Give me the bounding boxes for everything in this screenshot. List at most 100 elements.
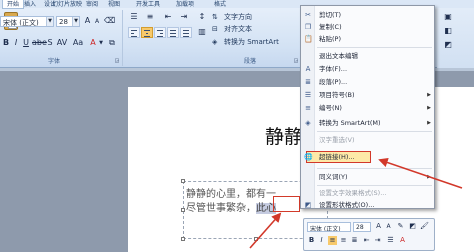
mini-justify-button[interactable]: ≣ xyxy=(350,236,359,245)
change-case-button[interactable]: Aa xyxy=(72,38,84,49)
paragraph-group-label: 段落 xyxy=(244,58,257,65)
shape-fill-icon[interactable]: ◩ xyxy=(443,40,453,51)
menu-item-label: 超链接(H)... xyxy=(319,153,355,161)
tab-developer[interactable]: 开发工具 xyxy=(136,0,160,8)
grow-font-button[interactable]: A xyxy=(83,16,92,27)
shrink-font-button[interactable]: A xyxy=(93,17,101,28)
mini-increase-indent-icon[interactable]: ⇥ xyxy=(373,236,382,245)
hyperlink-icon: 🌐 xyxy=(304,153,313,161)
mini-italic-button[interactable]: I xyxy=(317,236,326,245)
clear-format-icon[interactable]: ⌫ xyxy=(104,16,115,27)
tab-insert[interactable]: 插入 xyxy=(24,0,36,8)
mini-font-color-button[interactable]: A xyxy=(398,236,407,245)
decrease-indent-icon[interactable]: ⇤ xyxy=(162,12,174,23)
mini-bold-button[interactable]: B xyxy=(307,236,316,245)
char-spacing-button[interactable]: AV xyxy=(56,38,68,49)
mini-font-size-combo[interactable]: 28 xyxy=(353,222,371,232)
menu-item-paragraph[interactable]: ≣ 段落(P)... xyxy=(301,76,436,88)
smartart-icon: ◈ xyxy=(305,119,311,127)
body-text-line-1[interactable]: 静静的心里，都有一 xyxy=(186,185,276,200)
tab-format[interactable]: 格式 xyxy=(214,0,226,8)
menu-item-paste[interactable]: 📋 粘贴(P) xyxy=(301,33,436,45)
strikethrough-button[interactable]: abe xyxy=(32,38,47,49)
align-text-button[interactable]: ⊟ 对齐文本 xyxy=(212,24,252,34)
mini-shape-fill-icon[interactable]: ◩ xyxy=(408,222,417,231)
tab-home[interactable]: 开始 xyxy=(2,0,25,9)
increase-indent-icon[interactable]: ⇥ xyxy=(178,12,190,23)
mini-bullets-icon[interactable]: ☰ xyxy=(386,236,395,245)
mini-decrease-indent-icon[interactable]: ⇤ xyxy=(362,236,371,245)
font-group-launcher-icon[interactable]: ◲ xyxy=(114,56,120,67)
menu-item-hyperlink[interactable]: 🌐 超链接(H)... xyxy=(304,151,371,163)
slide-title[interactable]: 静静 xyxy=(265,122,303,149)
menu-item-convert-smartart[interactable]: ◈ 转换为 SmartArt(M) ▶ xyxy=(301,117,436,129)
numbering-icon[interactable]: ≡ xyxy=(144,12,156,23)
paragraph-icon: ≣ xyxy=(305,78,311,86)
align-center-button[interactable] xyxy=(141,27,153,38)
convert-smartart-button[interactable]: ◈ 转换为 SmartArt xyxy=(212,37,279,47)
font-group-label: 字体 xyxy=(48,58,61,65)
tab-slideshow[interactable]: 幻灯片放映 xyxy=(52,0,82,8)
font-color-button[interactable]: A xyxy=(88,38,98,49)
body-text-line-2[interactable]: 尽管世事繁杂，此心 xyxy=(186,199,276,214)
paragraph-group-launcher-icon[interactable]: ◲ xyxy=(293,56,299,67)
mini-format-painter-icon[interactable]: 🖌 xyxy=(420,222,429,231)
drawing-group: ▣ ◧ ◩ xyxy=(437,8,474,68)
menu-item-label: 同义词(Y) xyxy=(319,173,348,181)
chevron-down-icon[interactable]: ▼ xyxy=(72,17,79,26)
menu-item-copy[interactable]: ❐ 复制(C) xyxy=(301,21,436,33)
tab-addins[interactable]: 加载项 xyxy=(176,0,194,8)
font-name-combo[interactable]: 宋体 (正文) ▼ xyxy=(0,16,54,27)
underline-button[interactable]: U xyxy=(22,38,30,49)
menu-separator xyxy=(317,131,432,132)
font-name-value: 宋体 (正文) xyxy=(3,19,39,27)
mini-shrink-font-button[interactable]: A xyxy=(384,222,393,231)
scissors-icon: ✂ xyxy=(305,11,311,19)
menu-item-bullets[interactable]: ☰ 项目符号(B) ▶ xyxy=(301,89,436,101)
text-direction-button[interactable]: ⇅ 文字方向 xyxy=(212,12,252,22)
chevron-down-icon[interactable]: ▼ xyxy=(46,17,53,26)
menu-item-cut[interactable]: ✂ 剪切(T) xyxy=(301,9,436,21)
menu-item-exit-text-edit[interactable]: 退出文本编辑 xyxy=(301,50,436,62)
resize-handle[interactable] xyxy=(181,208,185,212)
mini-font-size-value: 28 xyxy=(356,224,364,231)
font-dialog-icon[interactable]: ⧉ xyxy=(106,38,118,49)
numbering-icon: ≡ xyxy=(305,104,311,112)
context-menu: ✂ 剪切(T) ❐ 复制(C) 📋 粘贴(P) 退出文本编辑 A 字体(F)... ≣ 段… xyxy=(300,5,435,209)
mini-grow-font-button[interactable]: A xyxy=(374,222,383,231)
chevron-down-icon[interactable]: ▼ xyxy=(98,38,104,49)
shadow-button[interactable]: S xyxy=(46,38,54,49)
align-left-button[interactable] xyxy=(128,27,140,38)
columns-icon[interactable]: ▥ xyxy=(196,27,208,38)
mini-align-center-button[interactable]: ≡ xyxy=(328,236,337,245)
align-text-label: 对齐文本 xyxy=(224,25,252,33)
menu-separator xyxy=(317,47,432,48)
menu-item-format-shape[interactable]: ◩ 设置形状格式(O)... xyxy=(301,199,436,211)
justify-button[interactable] xyxy=(167,27,179,38)
resize-handle[interactable] xyxy=(181,179,185,183)
smartart-icon: ◈ xyxy=(212,37,218,46)
bullets-icon[interactable]: ☰ xyxy=(128,12,140,23)
quick-styles-icon[interactable]: ◧ xyxy=(443,26,453,37)
arrange-icon[interactable]: ▣ xyxy=(443,12,453,23)
tab-review[interactable]: 审阅 xyxy=(86,0,98,8)
bold-button[interactable]: B xyxy=(2,38,10,49)
menu-item-label: 退出文本编辑 xyxy=(319,52,358,60)
menu-item-synonyms[interactable]: 同义词(Y) ▶ xyxy=(301,171,436,183)
menu-item-reconversion: 汉字重选(V) xyxy=(301,134,436,146)
mini-font-name-combo[interactable]: 宋体 (正文) xyxy=(307,222,351,232)
menu-separator xyxy=(317,185,432,186)
italic-button[interactable]: I xyxy=(12,38,20,49)
menu-item-label: 字体(F)... xyxy=(319,65,348,73)
resize-handle[interactable] xyxy=(254,237,258,241)
font-size-combo[interactable]: 28 ▼ xyxy=(56,16,80,27)
mini-align-right-button[interactable]: ≡ xyxy=(339,236,348,245)
distributed-button[interactable] xyxy=(180,27,192,38)
align-right-button[interactable] xyxy=(154,27,166,38)
resize-handle[interactable] xyxy=(181,237,185,241)
line-spacing-icon[interactable]: ↕ xyxy=(196,12,208,23)
menu-item-font[interactable]: A 字体(F)... xyxy=(301,63,436,75)
mini-pen-icon[interactable]: ✎ xyxy=(396,222,405,231)
tab-view[interactable]: 视图 xyxy=(108,0,120,8)
menu-item-numbering[interactable]: ≡ 编号(N) ▶ xyxy=(301,102,436,114)
